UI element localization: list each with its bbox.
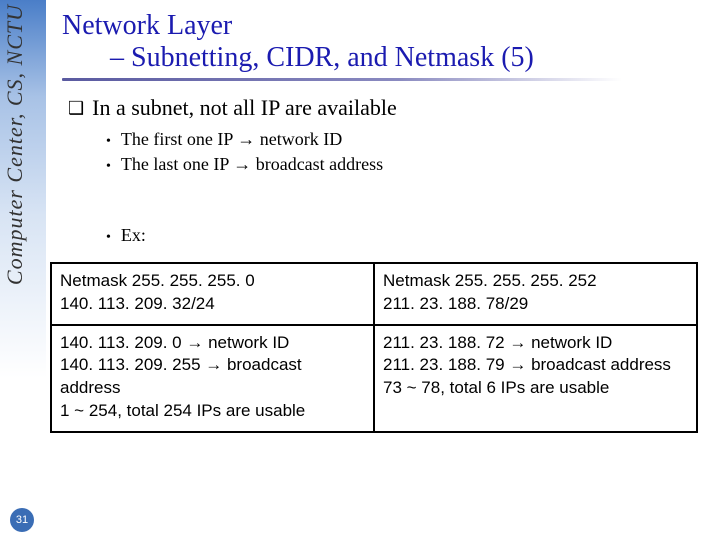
main-bullet: ❑ In a subnet, not all IP are available bbox=[68, 95, 702, 121]
sub-bullet-item: • The last one IP → broadcast address bbox=[106, 152, 702, 177]
main-bullet-text: In a subnet, not all IP are available bbox=[92, 95, 397, 121]
example-bullet: • Ex: bbox=[106, 223, 702, 248]
slide-content: Network Layer – Subnetting, CIDR, and Ne… bbox=[62, 10, 702, 433]
table-row: 140. 113. 209. 0 → network ID 140. 113. … bbox=[51, 325, 697, 433]
sub-bullet-text: The last one IP → broadcast address bbox=[121, 152, 383, 176]
slide-title-line1: Network Layer bbox=[62, 10, 702, 42]
table-cell: 140. 113. 209. 0 → network ID 140. 113. … bbox=[51, 325, 374, 433]
table-cell: Netmask 255. 255. 255. 0 140. 113. 209. … bbox=[51, 263, 374, 325]
sub-bullet-item: • The first one IP → network ID bbox=[106, 127, 702, 152]
side-label: Computer Center, CS, NCTU bbox=[2, 4, 28, 285]
dot-bullet-icon: • bbox=[106, 158, 111, 177]
sub-bullet-text: The first one IP → network ID bbox=[121, 127, 342, 151]
table-cell: Netmask 255. 255. 255. 252 211. 23. 188.… bbox=[374, 263, 697, 325]
example-table: Netmask 255. 255. 255. 0 140. 113. 209. … bbox=[50, 262, 698, 434]
table-row: Netmask 255. 255. 255. 0 140. 113. 209. … bbox=[51, 263, 697, 325]
dot-bullet-icon: • bbox=[106, 133, 111, 152]
main-bullet-block: ❑ In a subnet, not all IP are available … bbox=[68, 95, 702, 248]
table-cell: 211. 23. 188. 72 → network ID 211. 23. 1… bbox=[374, 325, 697, 433]
dot-bullet-icon: • bbox=[106, 229, 111, 248]
slide-title-line2: – Subnetting, CIDR, and Netmask (5) bbox=[62, 42, 702, 74]
square-bullet-icon: ❑ bbox=[68, 95, 84, 121]
title-underline bbox=[62, 78, 622, 81]
example-label: Ex: bbox=[121, 223, 146, 247]
page-number-badge: 31 bbox=[10, 508, 34, 532]
sub-bullet-list: • The first one IP → network ID • The la… bbox=[106, 127, 702, 177]
